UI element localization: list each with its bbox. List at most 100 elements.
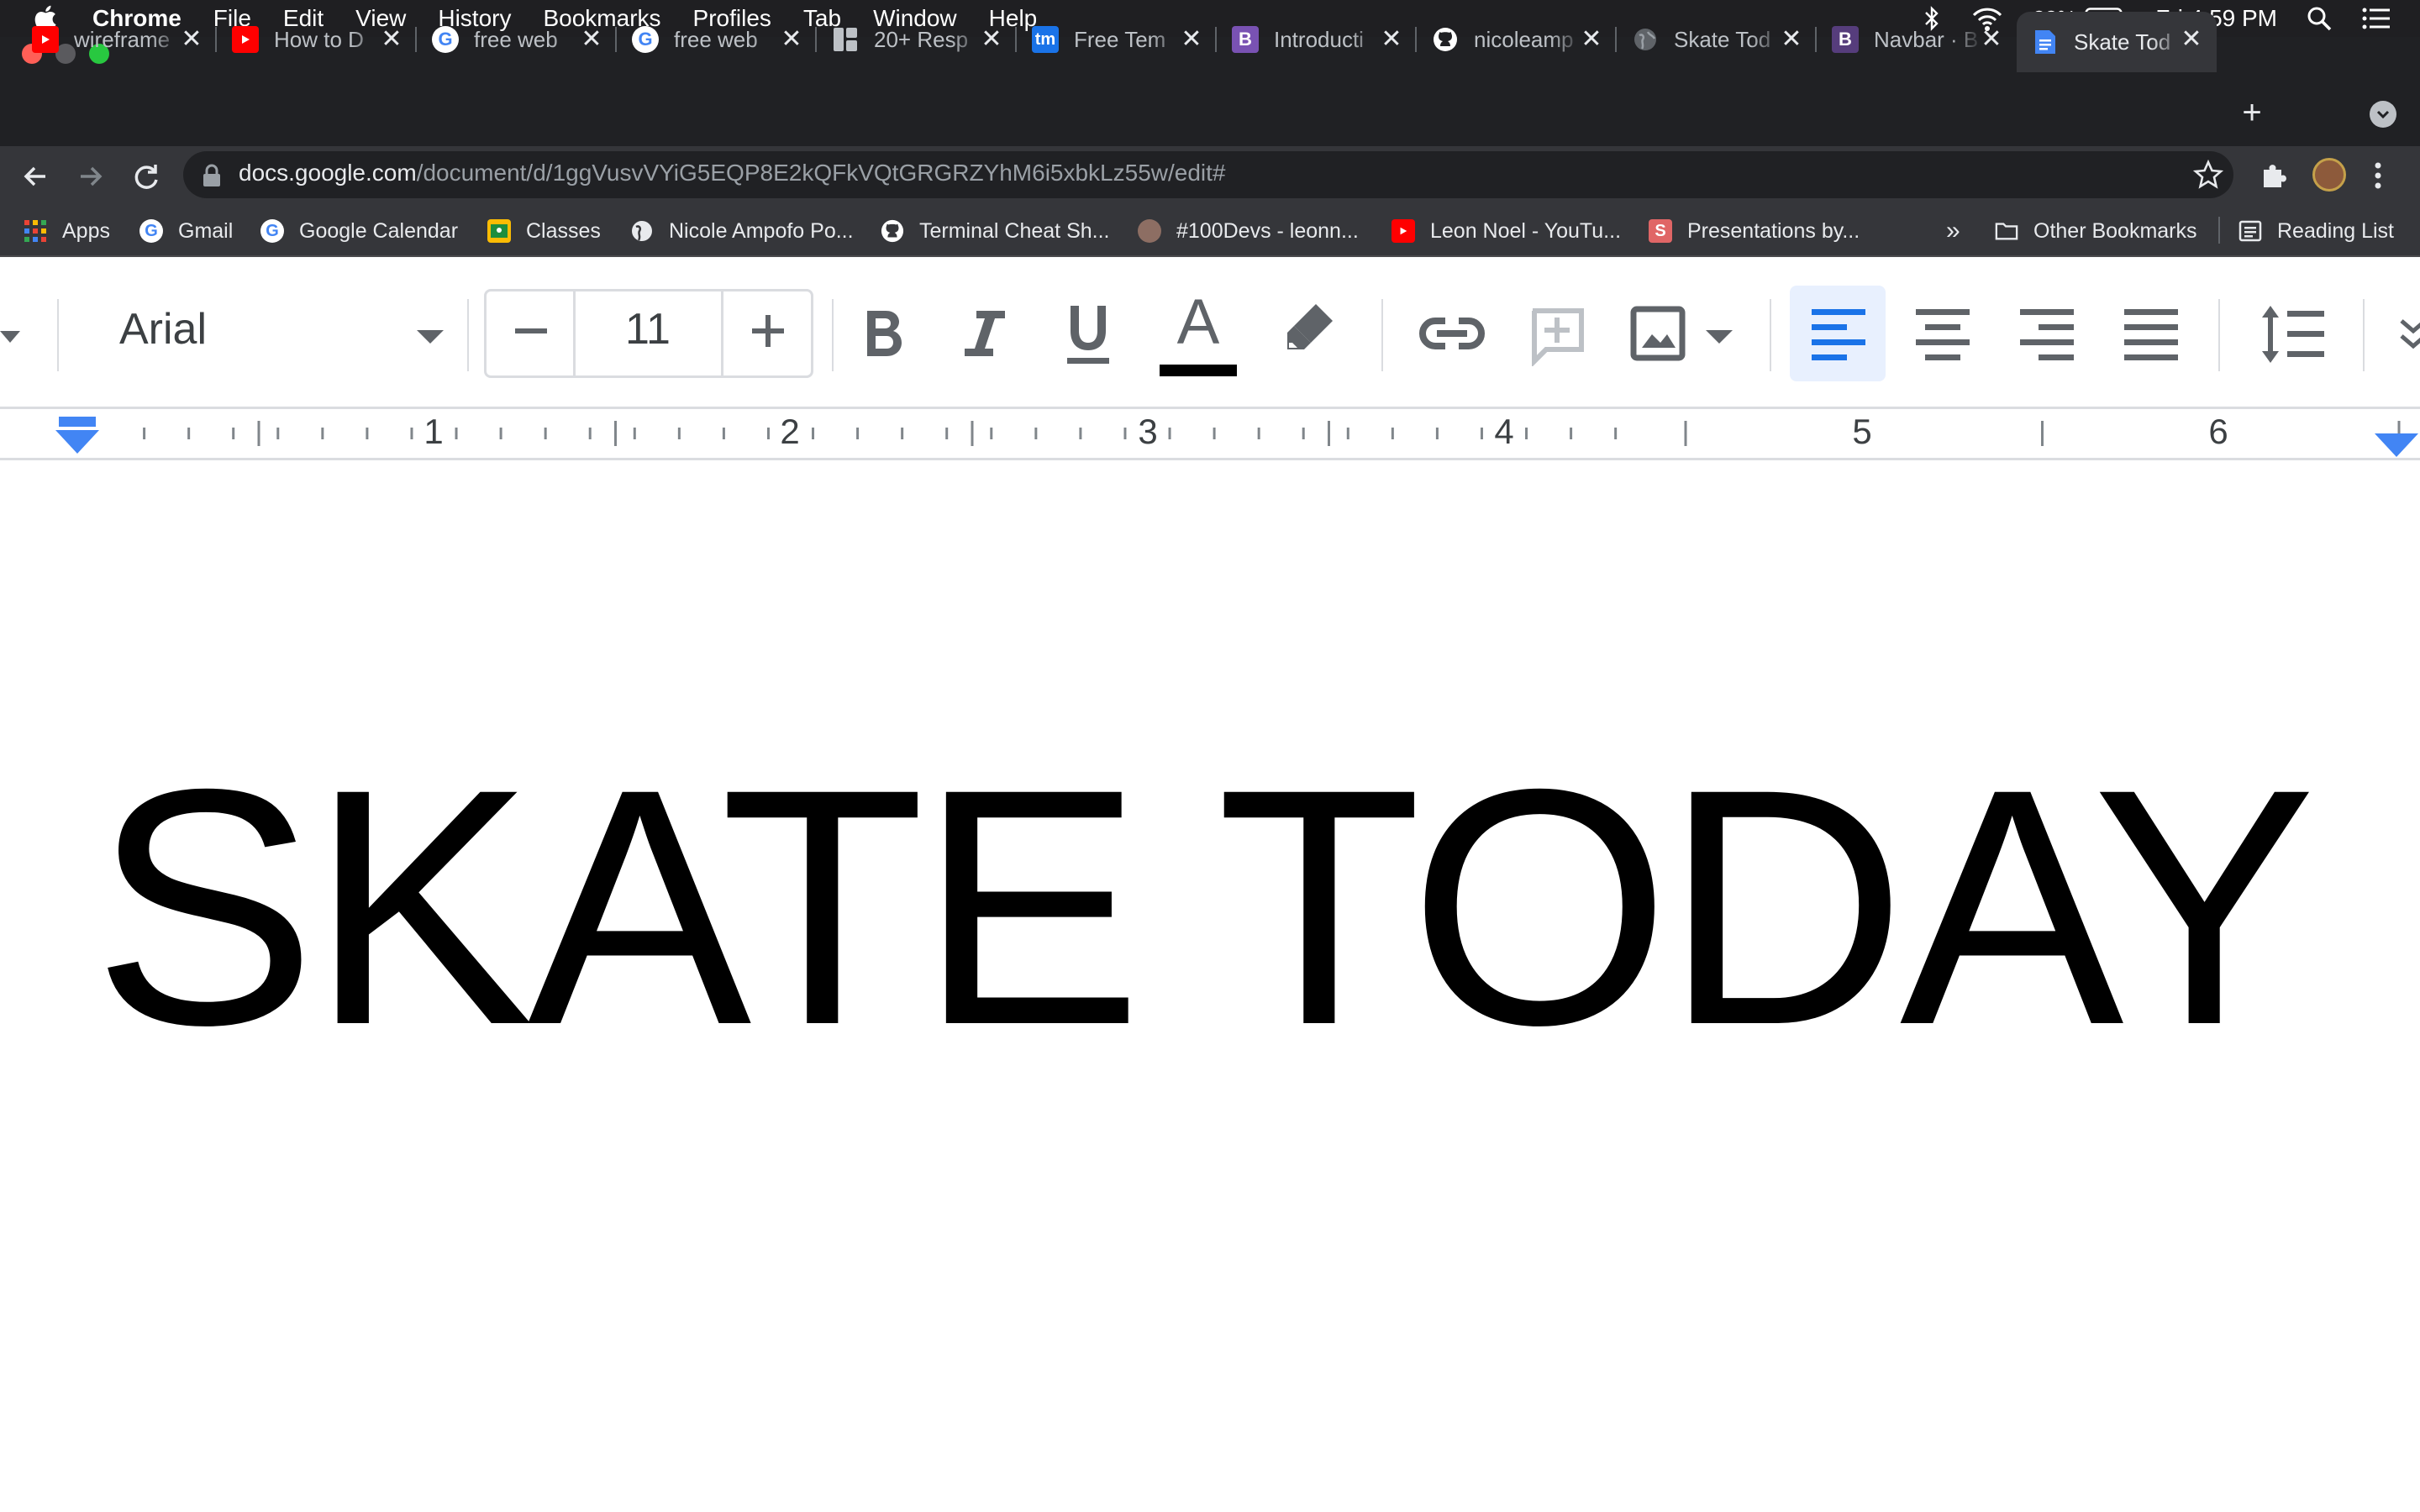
line-spacing-icon[interactable] (2259, 302, 2326, 366)
bookmark-100devs[interactable]: #100Devs - leonn... (1138, 215, 1359, 247)
tab-introducti[interactable]: B Introducti ✕ (1217, 12, 1417, 67)
new-tab-button[interactable]: + (2235, 96, 2269, 129)
close-tab-icon[interactable]: ✕ (1578, 26, 1605, 53)
ruler-tick (1570, 428, 1573, 439)
align-center-icon[interactable] (1916, 307, 1970, 361)
ruler-tick (1213, 428, 1216, 439)
bookmark-classes[interactable]: Classes (487, 215, 601, 247)
bookmark-nicole-ampofo[interactable]: Nicole Ampofo Po... (630, 215, 854, 247)
close-tab-icon[interactable]: ✕ (578, 26, 605, 53)
bookmark-presentations[interactable]: S Presentations by... (1649, 215, 1860, 247)
bold-icon[interactable] (862, 307, 904, 360)
close-tab-icon[interactable]: ✕ (778, 26, 805, 53)
close-tab-icon[interactable]: ✕ (1978, 26, 2005, 53)
ruler-tick (722, 428, 725, 439)
tab-20-resp[interactable]: 20+ Resp ✕ (817, 12, 1017, 67)
close-tab-icon[interactable]: ✕ (378, 26, 405, 53)
close-tab-icon[interactable]: ✕ (1378, 26, 1405, 53)
close-tab-icon[interactable]: ✕ (178, 26, 205, 53)
bookmark-leon-noel-youtube[interactable]: Leon Noel - YouTu... (1392, 215, 1621, 247)
control-center-icon[interactable] (2361, 6, 2391, 31)
tm-icon: tm (1032, 26, 1059, 53)
profile-avatar[interactable] (2312, 158, 2346, 192)
browser-menu-kebab-icon[interactable] (2371, 160, 2385, 192)
reading-list-button[interactable]: Reading List (2238, 215, 2394, 247)
document-heading-text[interactable]: SKATE TODAY (92, 739, 2317, 1075)
tab-how-to[interactable]: How to D ✕ (217, 12, 417, 67)
font-size-increase-button[interactable] (723, 291, 811, 375)
right-indent-marker-icon[interactable] (2373, 432, 2420, 459)
tab-title: 20+ Resp (874, 26, 969, 52)
tab-navbar[interactable]: B Navbar · B ✕ (1817, 12, 2017, 67)
bookmark-star-icon[interactable] (2193, 160, 2223, 190)
tab-free-tem[interactable]: tm Free Tem ✕ (1017, 12, 1217, 67)
align-right-icon[interactable] (2020, 307, 2074, 361)
toolbar-divider (2218, 299, 2220, 371)
back-arrow-icon[interactable] (18, 160, 52, 193)
chevron-down-icon (2376, 110, 2390, 119)
tab-search-button[interactable] (2370, 101, 2396, 128)
bookmark-google-calendar[interactable]: G Google Calendar (260, 215, 458, 247)
spotlight-search-icon[interactable] (2306, 5, 2333, 32)
bookmark-label: Reading List (2277, 218, 2394, 243)
ruler-tick (366, 428, 369, 439)
toolbar-divider (832, 299, 834, 371)
lock-icon[interactable] (200, 163, 224, 188)
justify-icon[interactable] (2124, 307, 2178, 361)
tab-free-web-2[interactable]: G free web ✕ (617, 12, 817, 67)
tab-skate-today-doc[interactable]: Skate Tod ✕ (2017, 12, 2217, 72)
tab-wireframe[interactable]: wireframe ✕ (17, 12, 217, 67)
italic-icon[interactable] (961, 307, 1008, 360)
bookmark-terminal-cheat-sheet[interactable]: Terminal Cheat Sh... (881, 215, 1110, 247)
font-size-value[interactable]: 11 (576, 304, 719, 354)
tab-free-web-1[interactable]: G free web ✕ (417, 12, 617, 67)
close-tab-icon[interactable]: ✕ (978, 26, 1005, 53)
highlight-pen-icon[interactable] (1282, 299, 1338, 354)
close-tab-icon[interactable]: ✕ (1178, 26, 1205, 53)
toolbar-divider (467, 299, 469, 371)
ruler-half-inch-tick (614, 421, 617, 446)
tab-nicoleamp[interactable]: nicoleamp ✕ (1417, 12, 1617, 67)
ruler-mark-3: 3 (1138, 412, 1158, 451)
text-color-button[interactable]: A (1158, 291, 1239, 378)
styles-dropdown-arrow-icon[interactable] (0, 328, 22, 346)
image-dropdown-arrow-icon[interactable] (1704, 328, 1734, 346)
font-size-decrease-button[interactable] (487, 291, 576, 375)
bookmarks-overflow-button[interactable]: » (1946, 215, 1960, 247)
google-icon: G (432, 26, 459, 53)
bookmark-label: Apps (62, 218, 110, 243)
close-tab-icon[interactable]: ✕ (1778, 26, 1805, 53)
tab-title: free web (674, 26, 758, 52)
toolbar-divider (1381, 299, 1383, 371)
ruler-tick (187, 428, 191, 439)
tab-skate-today-site[interactable]: Skate Tod ✕ (1617, 12, 1817, 67)
ruler-tick (1034, 428, 1038, 439)
left-indent-marker-icon[interactable] (54, 417, 101, 457)
bookmark-label: Presentations by... (1687, 218, 1860, 243)
bookmark-apps[interactable]: Apps (24, 215, 110, 247)
docs-icon (2032, 29, 2059, 55)
more-options-chevron-icon[interactable] (2396, 318, 2420, 351)
forward-arrow-icon[interactable] (74, 160, 108, 193)
font-family-select[interactable]: Arial (119, 304, 207, 354)
bookmark-label: Gmail (178, 218, 234, 243)
extensions-puzzle-icon[interactable] (2259, 160, 2291, 192)
tab-title: Free Tem (1074, 26, 1166, 52)
other-bookmarks-folder[interactable]: Other Bookmarks (1995, 215, 2197, 247)
align-left-icon (1812, 309, 1865, 360)
url-host: docs.google.com (239, 160, 417, 186)
insert-image-icon[interactable] (1630, 306, 1686, 361)
tab-title: Introducti (1274, 26, 1364, 52)
font-dropdown-arrow-icon[interactable] (415, 328, 445, 346)
ruler-tick (143, 428, 146, 439)
bookmark-label: #100Devs - leonn... (1176, 218, 1359, 243)
insert-link-icon[interactable] (1417, 312, 1487, 354)
reload-icon[interactable] (129, 160, 163, 193)
add-comment-icon[interactable] (1528, 306, 1586, 366)
close-tab-icon[interactable]: ✕ (2178, 26, 2205, 53)
url-text[interactable]: docs.google.com/document/d/1ggVusvVYiG5E… (239, 160, 1226, 186)
bookmark-gmail[interactable]: G Gmail (139, 215, 233, 247)
youtube-icon (232, 26, 259, 53)
underline-icon[interactable] (1065, 302, 1111, 366)
ruler-tick (1079, 428, 1082, 439)
